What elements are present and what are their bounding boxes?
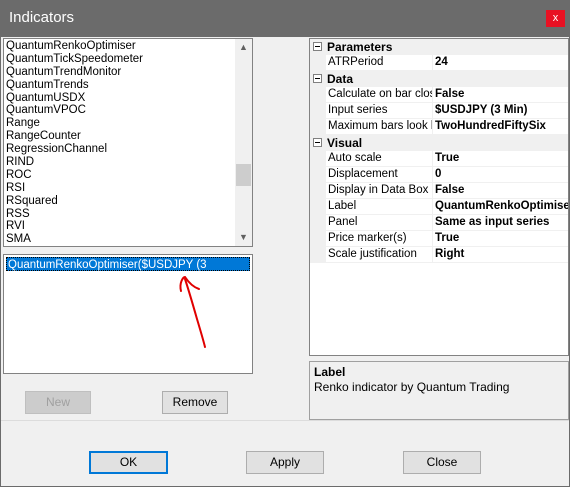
indicator-list-item[interactable]: QuantumRenkoOptimiser: [6, 40, 234, 53]
property-row[interactable]: Displacement 0: [310, 167, 568, 183]
indicator-list-item[interactable]: RegressionChannel: [6, 143, 234, 156]
property-value[interactable]: TwoHundredFiftySix: [433, 119, 568, 135]
indicator-list-item[interactable]: QuantumUSDX: [6, 92, 234, 105]
property-grid[interactable]: Parameters ATRPeriod 24 Data Calculate on ba…: [309, 38, 569, 356]
property-name: Input series: [326, 103, 433, 119]
description-title: Label: [314, 365, 346, 379]
indicator-list-scrollbar[interactable]: ▲ ▼: [235, 39, 252, 246]
apply-button[interactable]: Apply: [246, 451, 324, 474]
property-value[interactable]: QuantumRenkoOptimiser: [433, 199, 568, 215]
indicator-list-item[interactable]: SMA: [6, 233, 234, 246]
property-name: Label: [326, 199, 433, 215]
close-icon[interactable]: x: [546, 10, 565, 27]
property-row[interactable]: Panel Same as input series: [310, 215, 568, 231]
title-bar: Indicators x: [0, 0, 570, 37]
property-value[interactable]: Right: [433, 247, 568, 263]
indicator-list-item[interactable]: Range: [6, 117, 234, 130]
property-name: Calculate on bar clos: [326, 87, 433, 103]
row-gutter: [310, 247, 326, 263]
indicator-list-item[interactable]: QuantumTrends: [6, 79, 234, 92]
property-row[interactable]: Input series $USDJPY (3 Min): [310, 103, 568, 119]
category-label: Data: [327, 72, 354, 86]
description-text: Renko indicator by Quantum Trading: [314, 380, 510, 394]
indicator-list-item[interactable]: QuantumTickSpeedometer: [6, 53, 234, 66]
property-row[interactable]: Auto scale True: [310, 151, 568, 167]
property-name: Panel: [326, 215, 433, 231]
row-gutter: [310, 55, 326, 71]
annotation-arrow-icon: [179, 275, 206, 348]
row-gutter: [310, 151, 326, 167]
row-gutter: [310, 215, 326, 231]
divider: [1, 420, 569, 421]
property-name: Scale justification: [326, 247, 433, 263]
indicator-list-items: QuantumRenkoOptimiser QuantumTickSpeedome…: [6, 40, 234, 246]
collapse-icon[interactable]: [313, 138, 322, 147]
indicator-list-item[interactable]: RSS: [6, 208, 234, 221]
ok-button[interactable]: OK: [89, 451, 168, 474]
window-title: Indicators: [9, 9, 75, 26]
close-button[interactable]: Close: [403, 451, 481, 474]
indicator-list-item[interactable]: ROC: [6, 169, 234, 182]
property-row[interactable]: Maximum bars look b TwoHundredFiftySix: [310, 119, 568, 135]
property-name: ATRPeriod: [326, 55, 433, 71]
property-row[interactable]: Calculate on bar clos False: [310, 87, 568, 103]
new-button[interactable]: New: [25, 391, 91, 414]
property-row[interactable]: Display in Data Box False: [310, 183, 568, 199]
collapse-icon[interactable]: [313, 74, 322, 83]
category-label: Parameters: [327, 40, 393, 54]
property-value[interactable]: Same as input series: [433, 215, 568, 231]
property-name: Display in Data Box: [326, 183, 433, 199]
row-gutter: [310, 167, 326, 183]
row-gutter: [310, 231, 326, 247]
property-value[interactable]: $USDJPY (3 Min): [433, 103, 568, 119]
selected-indicator-list[interactable]: QuantumRenkoOptimiser($USDJPY (3 Min),24…: [3, 254, 253, 374]
category-label: Visual: [327, 136, 363, 150]
property-value[interactable]: 24: [433, 55, 568, 71]
property-value[interactable]: False: [433, 183, 568, 199]
row-gutter: [310, 183, 326, 199]
property-name: Displacement: [326, 167, 433, 183]
property-name: Auto scale: [326, 151, 433, 167]
row-gutter: [310, 199, 326, 215]
indicator-list-item[interactable]: RSI: [6, 182, 234, 195]
indicator-list[interactable]: QuantumRenkoOptimiser QuantumTickSpeedome…: [3, 38, 253, 247]
scroll-down-icon[interactable]: ▼: [235, 229, 252, 246]
scroll-up-icon[interactable]: ▲: [235, 39, 252, 56]
property-description: Label Renko indicator by Quantum Trading: [309, 361, 569, 420]
indicator-list-item[interactable]: RIND: [6, 156, 234, 169]
selected-indicator-item[interactable]: QuantumRenkoOptimiser($USDJPY (3 Min),24…: [6, 257, 250, 285]
row-gutter: [310, 103, 326, 119]
property-value[interactable]: True: [433, 151, 568, 167]
collapse-icon[interactable]: [313, 42, 322, 51]
category-data[interactable]: Data: [310, 71, 568, 87]
indicator-list-item[interactable]: RVI: [6, 220, 234, 233]
indicator-list-item[interactable]: RangeCounter: [6, 130, 234, 143]
property-row[interactable]: Scale justification Right: [310, 247, 568, 263]
property-value[interactable]: False: [433, 87, 568, 103]
property-row[interactable]: ATRPeriod 24: [310, 55, 568, 71]
property-value[interactable]: 0: [433, 167, 568, 183]
indicator-list-item[interactable]: QuantumVPOC: [6, 104, 234, 117]
property-row[interactable]: Label QuantumRenkoOptimiser: [310, 199, 568, 215]
property-row[interactable]: Price marker(s) True: [310, 231, 568, 247]
indicator-list-item[interactable]: RSquared: [6, 195, 234, 208]
category-parameters[interactable]: Parameters: [310, 39, 568, 55]
property-name: Price marker(s): [326, 231, 433, 247]
property-name: Maximum bars look b: [326, 119, 433, 135]
property-value[interactable]: True: [433, 231, 568, 247]
row-gutter: [310, 119, 326, 135]
row-gutter: [310, 87, 326, 103]
scroll-thumb[interactable]: [236, 164, 251, 186]
category-visual[interactable]: Visual: [310, 135, 568, 151]
indicator-list-item[interactable]: QuantumTrendMonitor: [6, 66, 234, 79]
remove-button[interactable]: Remove: [162, 391, 228, 414]
